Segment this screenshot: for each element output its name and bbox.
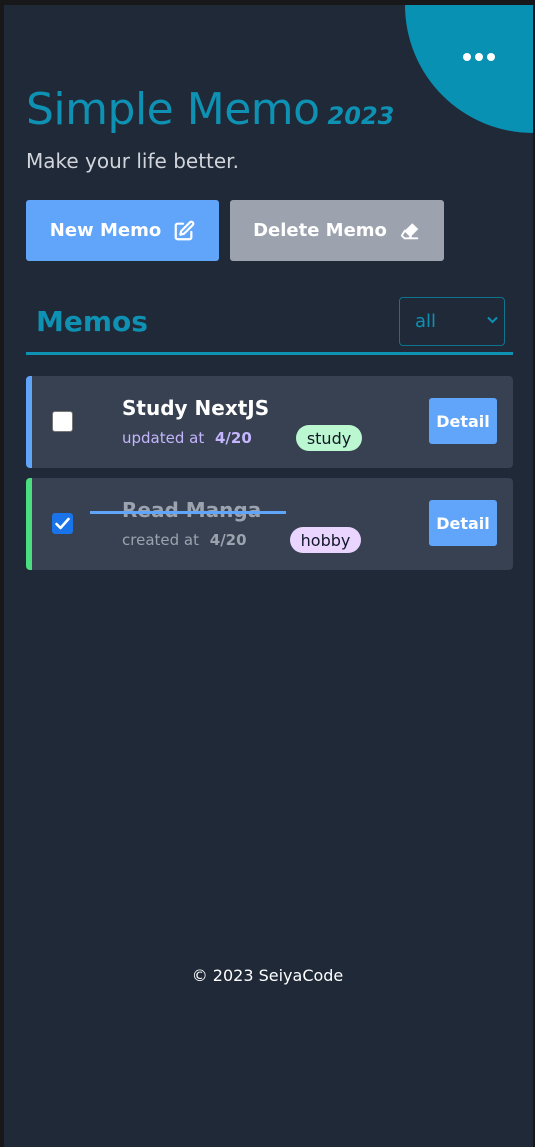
memo-meta-label: updated at	[122, 429, 205, 447]
memo-date: 4/20	[215, 429, 252, 447]
strikethrough-line	[90, 511, 286, 514]
eraser-icon	[400, 222, 419, 239]
memo-checkbox[interactable]	[52, 411, 73, 432]
checkmark-icon	[55, 517, 70, 530]
new-memo-button[interactable]: New Memo	[26, 200, 219, 261]
delete-memo-button[interactable]: Delete Memo	[230, 200, 444, 261]
card-stripe	[26, 478, 32, 570]
detail-button[interactable]: Detail	[429, 398, 497, 444]
memo-title: Read Manga	[122, 498, 262, 522]
chevron-down-icon	[487, 316, 498, 324]
memo-meta-label: created at	[122, 531, 199, 549]
app-year: 2023	[327, 102, 395, 130]
card-stripe	[26, 376, 32, 468]
filter-value: all	[415, 311, 437, 332]
new-memo-label: New Memo	[49, 220, 162, 241]
memo-date: 4/20	[209, 531, 247, 549]
memo-meta: updated at 4/20	[122, 429, 252, 447]
memo-tag: study	[296, 425, 362, 451]
memo-tag: hobby	[290, 527, 361, 553]
delete-memo-label: Delete Memo	[253, 220, 387, 241]
memo-card: Read Manga created at 4/20 hobby Detail	[26, 478, 513, 570]
more-options-icon[interactable]	[463, 53, 495, 61]
memo-meta: created at 4/20	[122, 531, 247, 549]
memos-divider	[26, 352, 513, 355]
memo-title: Study NextJS	[122, 396, 270, 420]
memo-checkbox[interactable]	[52, 513, 73, 534]
edit-icon	[174, 220, 195, 240]
menu-corner	[405, 5, 533, 133]
page-title: Simple Memo 2023	[26, 84, 394, 135]
footer-copyright: © 2023 SeiyaCode	[191, 966, 344, 985]
filter-select[interactable]: all	[399, 297, 505, 346]
tagline: Make your life better.	[26, 149, 239, 173]
app-title: Simple Memo	[26, 84, 320, 135]
memos-heading: Memos	[36, 305, 148, 338]
detail-button[interactable]: Detail	[429, 500, 497, 546]
memo-card: Study NextJS updated at 4/20 study Detai…	[26, 376, 513, 468]
